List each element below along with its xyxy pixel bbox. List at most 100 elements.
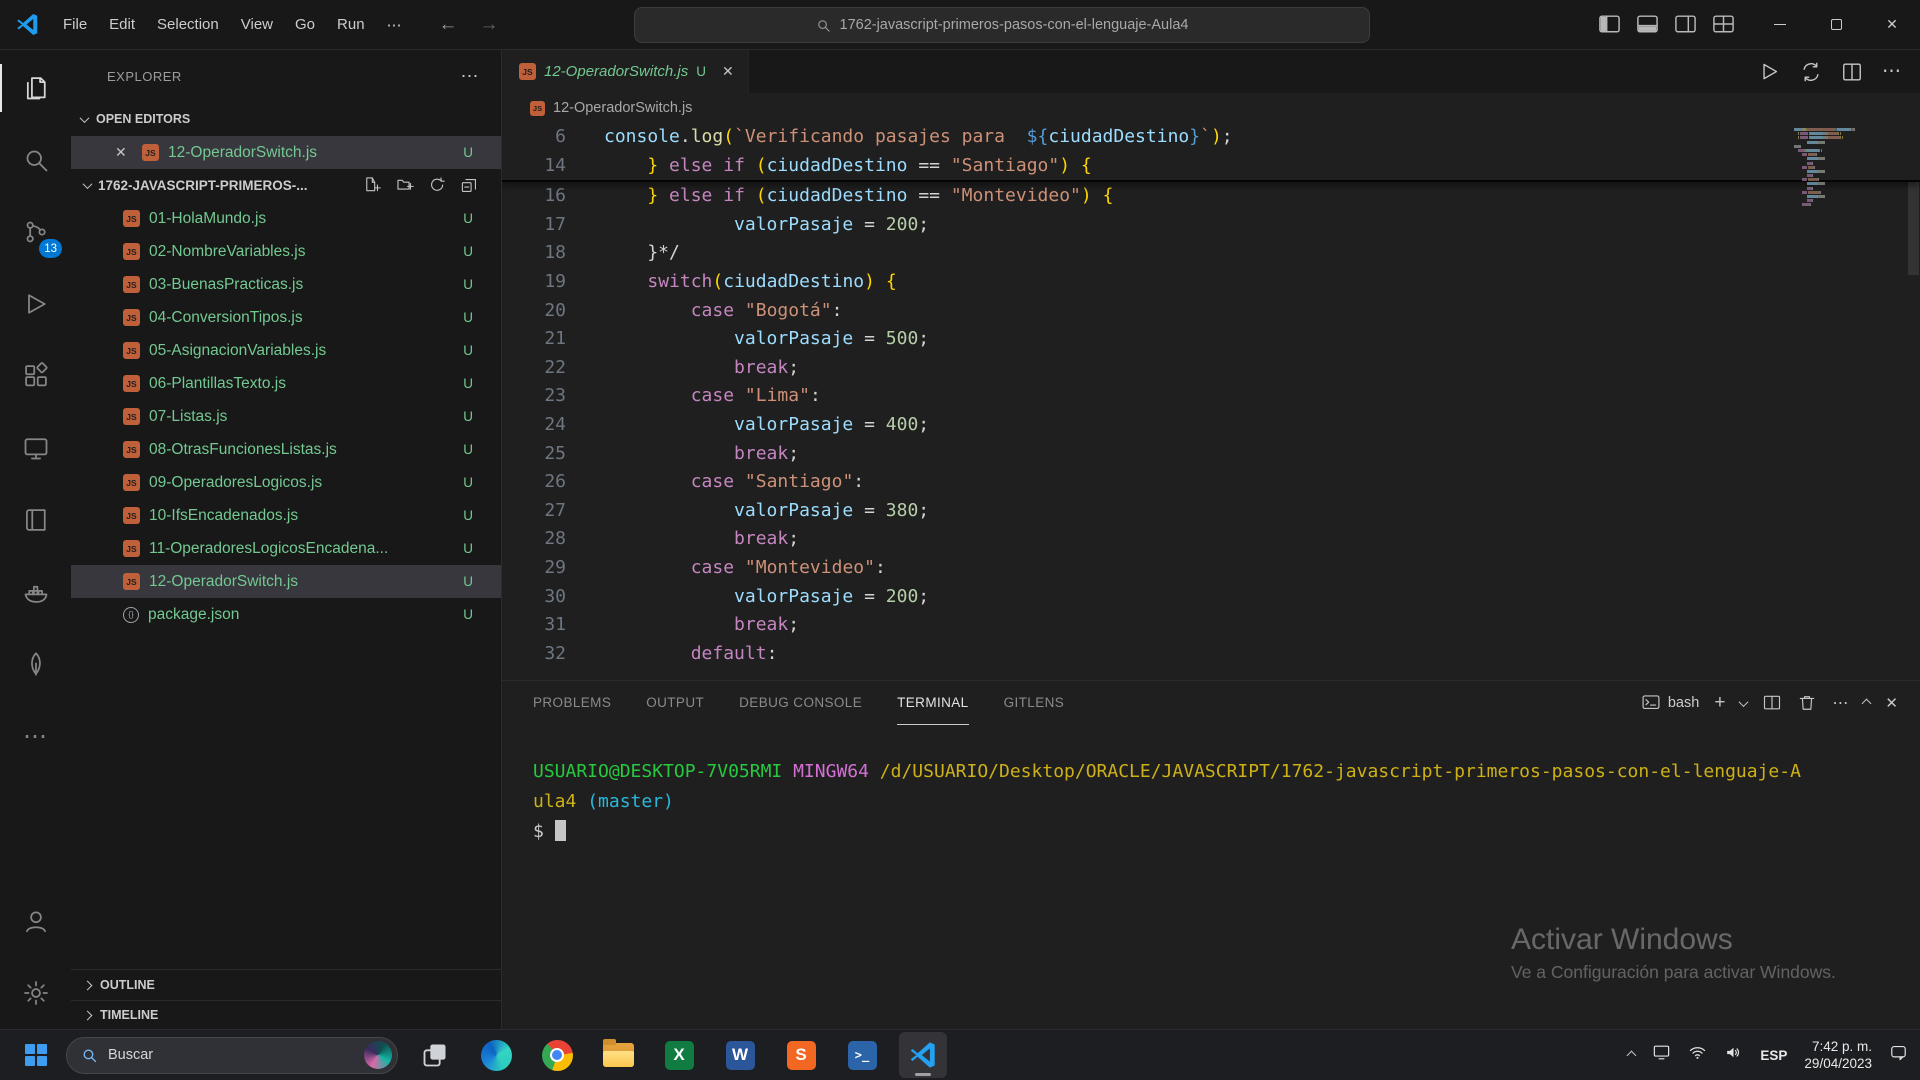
split-editor-icon[interactable]	[1841, 61, 1863, 83]
maximize-button[interactable]	[1808, 0, 1864, 49]
sidebar-item-search[interactable]	[0, 124, 71, 196]
minimap[interactable]	[1794, 128, 1904, 208]
volume-icon[interactable]	[1724, 1043, 1743, 1067]
refresh-icon[interactable]	[428, 176, 447, 195]
file-row[interactable]: JS 07-Listas.js U	[71, 400, 501, 433]
code-editor[interactable]: 6 console.log(`Verificando pasajes para $…	[502, 123, 1920, 680]
file-row[interactable]: JS 11-OperadoresLogicosEncadena... U	[71, 532, 501, 565]
hidden-icons-chevron[interactable]	[1626, 1050, 1637, 1060]
search-highlight-image[interactable]	[364, 1041, 392, 1069]
chevron-up-icon[interactable]	[1861, 698, 1872, 708]
code-line[interactable]: 17 valorPasaje = 200;	[502, 211, 1920, 240]
close-panel-icon[interactable]: ✕	[1885, 694, 1898, 712]
file-row[interactable]: JS 05-AsignacionVariables.js U	[71, 334, 501, 367]
code-line[interactable]: 14 } else if (ciudadDestino == "Santiago…	[502, 152, 1920, 181]
sidebar-item-remote-explorer[interactable]	[0, 412, 71, 484]
code-line[interactable]: 32 default:	[502, 640, 1920, 669]
editor-tab[interactable]: JS 12-OperadorSwitch.js U ✕	[502, 50, 749, 93]
code-line[interactable]: 30 valorPasaje = 200;	[502, 583, 1920, 612]
sidebar-item-extensions[interactable]	[0, 340, 71, 412]
taskbar-app-word[interactable]: W	[716, 1032, 764, 1078]
split-terminal-icon[interactable]	[1762, 693, 1782, 713]
code-line[interactable]: 16 } else if (ciudadDestino == "Montevid…	[502, 182, 1920, 211]
menu-item-selection[interactable]: Selection	[146, 10, 230, 39]
sticky-scroll[interactable]: 6 console.log(`Verificando pasajes para $…	[502, 123, 1920, 183]
menu-item-file[interactable]: File	[52, 10, 98, 39]
file-row[interactable]: JS 06-PlantillasTexto.js U	[71, 367, 501, 400]
notifications-icon[interactable]	[1889, 1043, 1908, 1067]
code-line[interactable]: 24 valorPasaje = 400;	[502, 411, 1920, 440]
code-line[interactable]: 22 break;	[502, 354, 1920, 383]
taskbar-app-powershell[interactable]: >_	[838, 1032, 886, 1078]
panel-tab-problems[interactable]: PROBLEMS	[533, 681, 611, 725]
code-line[interactable]: 31 break;	[502, 611, 1920, 640]
taskbar-app-edge[interactable]	[472, 1032, 520, 1078]
code-line[interactable]: 6 console.log(`Verificando pasajes para $…	[502, 123, 1920, 152]
wifi-icon[interactable]	[1688, 1043, 1707, 1067]
close-button[interactable]: ✕	[1864, 0, 1920, 49]
command-center-search[interactable]: 1762-javascript-primeros-pasos-con-el-le…	[634, 7, 1370, 43]
toggle-sidebar-icon[interactable]	[1597, 12, 1622, 37]
collapse-all-icon[interactable]	[460, 176, 479, 195]
code-line[interactable]: 26 case "Santiago":	[502, 468, 1920, 497]
explorer-more-icon[interactable]: ⋯	[461, 66, 480, 87]
sidebar-item-source-control[interactable]: 13	[0, 196, 71, 268]
display-tray-icon[interactable]	[1652, 1043, 1671, 1067]
taskbar-search[interactable]: Buscar	[66, 1036, 398, 1074]
trash-icon[interactable]	[1797, 693, 1817, 713]
code-line[interactable]: 19 switch(ciudadDestino) {	[502, 268, 1920, 297]
code-line[interactable]: 28 break;	[502, 525, 1920, 554]
code-line[interactable]: 23 case "Lima":	[502, 382, 1920, 411]
folder-root-row[interactable]: 1762-JAVASCRIPT-PRIMEROS-...	[71, 169, 501, 202]
code-line[interactable]: 25 break;	[502, 440, 1920, 469]
code-line[interactable]: 29 case "Montevideo":	[502, 554, 1920, 583]
new-terminal-icon[interactable]: +	[1714, 692, 1725, 714]
file-row[interactable]: JS 10-IfsEncadenados.js U	[71, 499, 501, 532]
task-view-button[interactable]	[411, 1032, 459, 1078]
taskbar-app-sublime[interactable]: S	[777, 1032, 825, 1078]
sidebar-item-run-debug[interactable]	[0, 268, 71, 340]
toggle-secondary-sidebar-icon[interactable]	[1673, 12, 1698, 37]
more-actions-icon[interactable]: ⋯	[1882, 60, 1901, 83]
clock[interactable]: 7:42 p. m. 29/04/2023	[1804, 1038, 1872, 1072]
file-row[interactable]: JS 02-NombreVariables.js U	[71, 235, 501, 268]
taskbar-app-excel[interactable]: X	[655, 1032, 703, 1078]
open-editors-section[interactable]: OPEN EDITORS	[71, 102, 501, 136]
sidebar-item-explorer[interactable]	[0, 52, 71, 124]
code-line[interactable]: 18 }*/	[502, 239, 1920, 268]
activity-more-button[interactable]: ⋯	[0, 700, 71, 772]
start-button[interactable]	[14, 1033, 58, 1077]
toggle-panel-icon[interactable]	[1635, 12, 1660, 37]
terminal-shell-selector[interactable]: bash	[1641, 693, 1699, 713]
taskbar-app-explorer[interactable]	[594, 1032, 642, 1078]
taskbar-app-vscode[interactable]	[899, 1032, 947, 1078]
close-icon[interactable]: ✕	[115, 144, 133, 161]
menu-item-go[interactable]: Go	[284, 10, 326, 39]
editor-scrollbar[interactable]	[1906, 123, 1920, 680]
panel-tab-gitlens[interactable]: GITLENS	[1004, 681, 1065, 725]
customize-layout-icon[interactable]	[1711, 12, 1736, 37]
code-lines[interactable]: 16 } else if (ciudadDestino == "Montevid…	[502, 182, 1920, 668]
forward-icon[interactable]: →	[480, 14, 499, 36]
file-row[interactable]: JS 01-HolaMundo.js U	[71, 202, 501, 235]
menu-item-edit[interactable]: Edit	[98, 10, 146, 39]
menu-item-view[interactable]: View	[230, 10, 284, 39]
file-row[interactable]: JS 03-BuenasPracticas.js U	[71, 268, 501, 301]
sidebar-item-docker[interactable]	[0, 556, 71, 628]
sidebar-item-mongodb[interactable]	[0, 628, 71, 700]
minimize-button[interactable]	[1752, 0, 1808, 49]
tab-close-icon[interactable]: ✕	[722, 63, 734, 80]
terminal-cursor[interactable]	[554, 820, 566, 841]
panel-tab-output[interactable]: OUTPUT	[646, 681, 704, 725]
timeline-section[interactable]: TIMELINE	[71, 1000, 501, 1029]
taskbar-app-chrome[interactable]	[533, 1032, 581, 1078]
menu-item-more[interactable]: ⋯	[376, 10, 413, 40]
new-folder-icon[interactable]	[396, 176, 415, 195]
chevron-down-icon[interactable]	[1738, 696, 1749, 707]
breadcrumb[interactable]: JS 12-OperadorSwitch.js	[502, 93, 1920, 123]
panel-tab-debug-console[interactable]: DEBUG CONSOLE	[739, 681, 862, 725]
sync-compare-icon[interactable]	[1800, 61, 1822, 83]
file-row[interactable]: JS 12-OperadorSwitch.js U	[71, 565, 501, 598]
more-actions-icon[interactable]: ⋯	[1832, 693, 1848, 713]
code-line[interactable]: 27 valorPasaje = 380;	[502, 497, 1920, 526]
